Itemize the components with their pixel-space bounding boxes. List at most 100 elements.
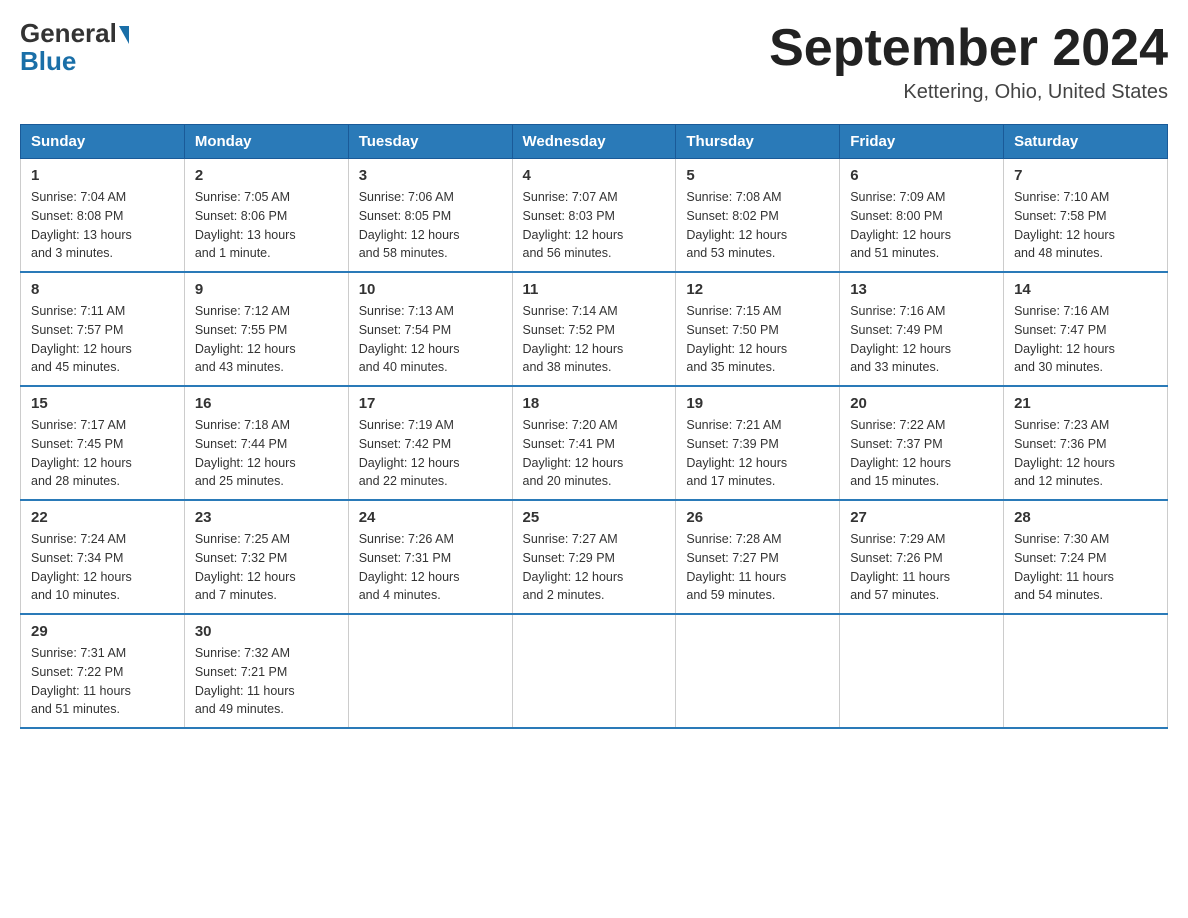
calendar-cell: 15 Sunrise: 7:17 AM Sunset: 7:45 PM Dayli…	[21, 386, 185, 500]
calendar-cell: 4 Sunrise: 7:07 AM Sunset: 8:03 PM Daylig…	[512, 159, 676, 273]
day-number: 15	[31, 395, 174, 412]
day-number: 30	[195, 623, 338, 640]
day-number: 21	[1014, 395, 1157, 412]
day-info: Sunrise: 7:18 AM Sunset: 7:44 PM Dayligh…	[195, 416, 338, 491]
calendar-cell: 3 Sunrise: 7:06 AM Sunset: 8:05 PM Daylig…	[348, 159, 512, 273]
calendar-table: SundayMondayTuesdayWednesdayThursdayFrid…	[20, 124, 1168, 729]
calendar-subtitle: Kettering, Ohio, United States	[769, 81, 1168, 104]
calendar-cell: 27 Sunrise: 7:29 AM Sunset: 7:26 PM Dayli…	[840, 500, 1004, 614]
day-info: Sunrise: 7:09 AM Sunset: 8:00 PM Dayligh…	[850, 188, 993, 263]
calendar-header-monday: Monday	[184, 125, 348, 159]
day-info: Sunrise: 7:04 AM Sunset: 8:08 PM Dayligh…	[31, 188, 174, 263]
day-number: 8	[31, 281, 174, 298]
calendar-header-tuesday: Tuesday	[348, 125, 512, 159]
day-number: 23	[195, 509, 338, 526]
day-number: 11	[523, 281, 666, 298]
calendar-header-row: SundayMondayTuesdayWednesdayThursdayFrid…	[21, 125, 1168, 159]
day-number: 10	[359, 281, 502, 298]
day-number: 17	[359, 395, 502, 412]
day-number: 24	[359, 509, 502, 526]
calendar-cell	[348, 614, 512, 728]
calendar-cell: 7 Sunrise: 7:10 AM Sunset: 7:58 PM Daylig…	[1004, 159, 1168, 273]
day-info: Sunrise: 7:16 AM Sunset: 7:47 PM Dayligh…	[1014, 302, 1157, 377]
calendar-cell	[512, 614, 676, 728]
calendar-cell: 26Sunrise: 7:28 AM Sunset: 7:27 PM Dayli…	[676, 500, 840, 614]
calendar-cell: 21 Sunrise: 7:23 AM Sunset: 7:36 PM Dayli…	[1004, 386, 1168, 500]
day-info: Sunrise: 7:28 AM Sunset: 7:27 PM Dayligh…	[686, 530, 829, 605]
calendar-header-wednesday: Wednesday	[512, 125, 676, 159]
day-info: Sunrise: 7:17 AM Sunset: 7:45 PM Dayligh…	[31, 416, 174, 491]
logo: General Blue	[20, 20, 129, 74]
day-info: Sunrise: 7:21 AM Sunset: 7:39 PM Dayligh…	[686, 416, 829, 491]
calendar-week-row: 22Sunrise: 7:24 AM Sunset: 7:34 PM Dayli…	[21, 500, 1168, 614]
calendar-cell: 17Sunrise: 7:19 AM Sunset: 7:42 PM Dayli…	[348, 386, 512, 500]
day-number: 12	[686, 281, 829, 298]
calendar-cell: 29 Sunrise: 7:31 AM Sunset: 7:22 PM Dayli…	[21, 614, 185, 728]
day-info: Sunrise: 7:13 AM Sunset: 7:54 PM Dayligh…	[359, 302, 502, 377]
calendar-week-row: 1 Sunrise: 7:04 AM Sunset: 8:08 PM Daylig…	[21, 159, 1168, 273]
calendar-cell: 5Sunrise: 7:08 AM Sunset: 8:02 PM Daylig…	[676, 159, 840, 273]
calendar-cell: 24Sunrise: 7:26 AM Sunset: 7:31 PM Dayli…	[348, 500, 512, 614]
day-info: Sunrise: 7:30 AM Sunset: 7:24 PM Dayligh…	[1014, 530, 1157, 605]
day-number: 7	[1014, 167, 1157, 184]
day-number: 20	[850, 395, 993, 412]
day-number: 29	[31, 623, 174, 640]
day-info: Sunrise: 7:27 AM Sunset: 7:29 PM Dayligh…	[523, 530, 666, 605]
day-number: 5	[686, 167, 829, 184]
calendar-cell: 13 Sunrise: 7:16 AM Sunset: 7:49 PM Dayli…	[840, 272, 1004, 386]
day-number: 28	[1014, 509, 1157, 526]
day-info: Sunrise: 7:32 AM Sunset: 7:21 PM Dayligh…	[195, 644, 338, 719]
day-info: Sunrise: 7:05 AM Sunset: 8:06 PM Dayligh…	[195, 188, 338, 263]
calendar-cell: 25 Sunrise: 7:27 AM Sunset: 7:29 PM Dayli…	[512, 500, 676, 614]
calendar-cell: 28 Sunrise: 7:30 AM Sunset: 7:24 PM Dayli…	[1004, 500, 1168, 614]
day-info: Sunrise: 7:29 AM Sunset: 7:26 PM Dayligh…	[850, 530, 993, 605]
day-info: Sunrise: 7:16 AM Sunset: 7:49 PM Dayligh…	[850, 302, 993, 377]
calendar-cell: 16 Sunrise: 7:18 AM Sunset: 7:44 PM Dayli…	[184, 386, 348, 500]
calendar-cell: 9Sunrise: 7:12 AM Sunset: 7:55 PM Daylig…	[184, 272, 348, 386]
day-number: 13	[850, 281, 993, 298]
calendar-title: September 2024	[769, 20, 1168, 77]
calendar-cell: 11Sunrise: 7:14 AM Sunset: 7:52 PM Dayli…	[512, 272, 676, 386]
calendar-cell: 8Sunrise: 7:11 AM Sunset: 7:57 PM Daylig…	[21, 272, 185, 386]
calendar-cell: 22Sunrise: 7:24 AM Sunset: 7:34 PM Dayli…	[21, 500, 185, 614]
calendar-header-thursday: Thursday	[676, 125, 840, 159]
day-info: Sunrise: 7:15 AM Sunset: 7:50 PM Dayligh…	[686, 302, 829, 377]
day-number: 14	[1014, 281, 1157, 298]
day-number: 9	[195, 281, 338, 298]
day-info: Sunrise: 7:24 AM Sunset: 7:34 PM Dayligh…	[31, 530, 174, 605]
calendar-cell: 30 Sunrise: 7:32 AM Sunset: 7:21 PM Dayli…	[184, 614, 348, 728]
logo-triangle-icon	[119, 26, 129, 44]
day-number: 25	[523, 509, 666, 526]
calendar-cell: 12 Sunrise: 7:15 AM Sunset: 7:50 PM Dayli…	[676, 272, 840, 386]
day-number: 1	[31, 167, 174, 184]
calendar-header-friday: Friday	[840, 125, 1004, 159]
calendar-cell: 1 Sunrise: 7:04 AM Sunset: 8:08 PM Daylig…	[21, 159, 185, 273]
day-info: Sunrise: 7:31 AM Sunset: 7:22 PM Dayligh…	[31, 644, 174, 719]
day-number: 2	[195, 167, 338, 184]
calendar-cell: 18Sunrise: 7:20 AM Sunset: 7:41 PM Dayli…	[512, 386, 676, 500]
day-number: 3	[359, 167, 502, 184]
calendar-header-sunday: Sunday	[21, 125, 185, 159]
day-info: Sunrise: 7:25 AM Sunset: 7:32 PM Dayligh…	[195, 530, 338, 605]
day-info: Sunrise: 7:10 AM Sunset: 7:58 PM Dayligh…	[1014, 188, 1157, 263]
calendar-cell: 23 Sunrise: 7:25 AM Sunset: 7:32 PM Dayli…	[184, 500, 348, 614]
day-info: Sunrise: 7:23 AM Sunset: 7:36 PM Dayligh…	[1014, 416, 1157, 491]
day-info: Sunrise: 7:07 AM Sunset: 8:03 PM Dayligh…	[523, 188, 666, 263]
calendar-cell: 10 Sunrise: 7:13 AM Sunset: 7:54 PM Dayli…	[348, 272, 512, 386]
page-header: General Blue September 2024 Kettering, O…	[20, 20, 1168, 104]
day-number: 18	[523, 395, 666, 412]
calendar-cell: 2 Sunrise: 7:05 AM Sunset: 8:06 PM Daylig…	[184, 159, 348, 273]
logo-blue-text: Blue	[20, 48, 76, 74]
day-number: 6	[850, 167, 993, 184]
calendar-cell: 20Sunrise: 7:22 AM Sunset: 7:37 PM Dayli…	[840, 386, 1004, 500]
calendar-cell: 19Sunrise: 7:21 AM Sunset: 7:39 PM Dayli…	[676, 386, 840, 500]
calendar-week-row: 29 Sunrise: 7:31 AM Sunset: 7:22 PM Dayli…	[21, 614, 1168, 728]
day-number: 16	[195, 395, 338, 412]
calendar-cell	[840, 614, 1004, 728]
day-info: Sunrise: 7:06 AM Sunset: 8:05 PM Dayligh…	[359, 188, 502, 263]
calendar-cell	[676, 614, 840, 728]
calendar-cell: 14 Sunrise: 7:16 AM Sunset: 7:47 PM Dayli…	[1004, 272, 1168, 386]
day-number: 27	[850, 509, 993, 526]
calendar-header-saturday: Saturday	[1004, 125, 1168, 159]
day-number: 4	[523, 167, 666, 184]
